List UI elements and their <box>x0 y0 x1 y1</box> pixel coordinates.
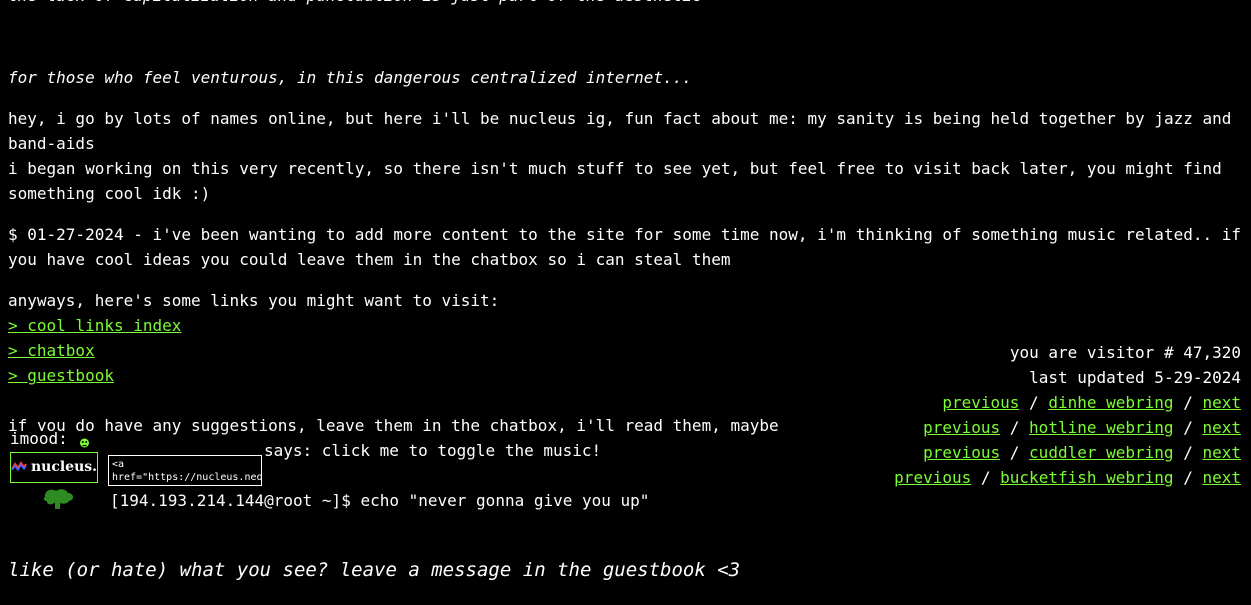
link-chatbox[interactable]: > chatbox <box>8 338 95 363</box>
imood-label: imood: <box>10 426 68 451</box>
webring-previous-link[interactable]: previous <box>923 443 1000 462</box>
webring-separator: / <box>1009 418 1020 437</box>
link-guestbook[interactable]: > guestbook <box>8 363 114 388</box>
webring-previous-link[interactable]: previous <box>923 418 1000 437</box>
webring-next-link[interactable]: next <box>1202 468 1241 487</box>
webring-separator: / <box>1183 418 1193 437</box>
rainbow-wave-icon <box>11 455 27 480</box>
webring-bucketfish: previous / bucketfish webring / next <box>894 465 1241 490</box>
embed-code-box[interactable]: <a href="https://nucleus.neocities.org" <box>108 455 262 486</box>
tagline: for those who feel venturous, in this da… <box>8 68 692 87</box>
intro-paragraph-2: i began working on this very recently, s… <box>8 159 1222 203</box>
webring-dinhe: previous / dinhe webring / next <box>942 390 1241 415</box>
webring-next-link[interactable]: next <box>1202 443 1241 462</box>
mood-face-icon[interactable] <box>79 431 90 448</box>
webring-cuddler: previous / cuddler webring / next <box>923 440 1241 465</box>
webring-next-link[interactable]: next <box>1202 393 1241 412</box>
last-updated: last updated 5-29-2024 <box>1029 368 1241 387</box>
webring-next-link[interactable]: next <box>1202 418 1241 437</box>
webring-separator: / <box>1183 393 1193 412</box>
badge-name: nucleus. <box>30 459 98 475</box>
suggestion-text: if you do have any suggestions, leave th… <box>8 416 779 435</box>
webring-separator: / <box>1183 468 1193 487</box>
webring-separator: / <box>1029 393 1039 412</box>
webring-separator: / <box>980 468 991 487</box>
imood-label-text: imood: <box>10 429 68 448</box>
webring-previous-link[interactable]: previous <box>942 393 1019 412</box>
webring-name-link[interactable]: dinhe webring <box>1048 393 1173 412</box>
links-intro: anyways, here's some links you might wan… <box>8 291 500 310</box>
music-toggle-text[interactable]: says: click me to toggle the music! <box>264 438 601 463</box>
update-note: $ 01-27-2024 - i've been wanting to add … <box>8 225 1241 269</box>
link-cool-links-index[interactable]: > cool links index <box>8 313 181 338</box>
webring-name-link[interactable]: cuddler webring <box>1029 443 1174 462</box>
nucleus-badge-button[interactable]: nucleus. <box>10 452 98 483</box>
webring-name-link[interactable]: hotline webring <box>1029 418 1174 437</box>
guestbook-prompt: like (or hate) what you see? leave a mes… <box>8 559 741 581</box>
webring-hotline: previous / hotline webring / next <box>923 415 1241 440</box>
intro-caption: the lack of capitalization and punctuati… <box>8 0 702 8</box>
webring-separator: / <box>1009 443 1020 462</box>
visitor-counter: you are visitor # 47,320 <box>1009 343 1241 362</box>
webring-previous-link[interactable]: previous <box>894 468 971 487</box>
intro-paragraph-1: hey, i go by lots of names online, but h… <box>8 109 1232 153</box>
webring-name-link[interactable]: bucketfish webring <box>1000 468 1173 487</box>
terminal-line: [194.193.214.144@root ~]$ echo "never go… <box>110 491 650 510</box>
music-blob-icon[interactable] <box>42 487 76 511</box>
webring-separator: / <box>1183 443 1193 462</box>
